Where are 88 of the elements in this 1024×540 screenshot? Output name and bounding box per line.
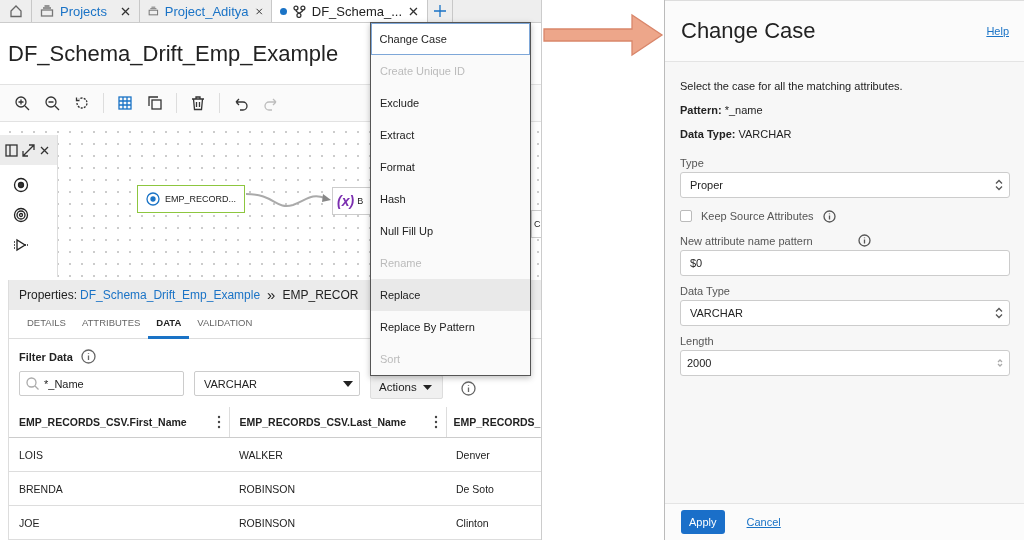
field-label: New attribute name pattern [680, 234, 814, 247]
grid-icon[interactable] [117, 95, 133, 111]
properties-tab[interactable]: DATA [148, 309, 190, 340]
stack-icon [40, 5, 54, 17]
source-icon [146, 192, 160, 206]
data-type-text: Data Type: VARCHAR [680, 128, 793, 140]
spinner-icon [995, 179, 1003, 191]
menu-item[interactable]: Replace [371, 279, 530, 311]
zoom-in-icon[interactable] [14, 95, 30, 111]
column-header[interactable]: EMP_RECORDS_ [446, 407, 541, 438]
table-cell: Clinton [446, 505, 541, 540]
table-cell: ROBINSON [229, 471, 446, 506]
flow-node[interactable]: (x) B [332, 187, 370, 215]
filter-label: Filter Data [19, 350, 73, 363]
checkbox-label: Keep Source Attributes [701, 210, 814, 222]
info-icon[interactable] [822, 209, 836, 223]
apply-button[interactable]: Apply [681, 510, 725, 534]
editor-tab[interactable]: DF_Schema_... [272, 0, 428, 22]
flow-node[interactable]: C [531, 210, 541, 238]
panel-icon[interactable] [5, 143, 18, 157]
close-icon[interactable] [39, 144, 50, 156]
table-cell: Denver [446, 437, 541, 472]
expand-icon[interactable] [22, 143, 35, 157]
table-cell: JOE [9, 505, 229, 540]
column-header[interactable]: EMP_RECORDS_CSV.First_Name [9, 407, 229, 438]
flow-link[interactable]: DF_Schema_Drift_Emp_Example [80, 287, 261, 302]
info-icon[interactable] [858, 234, 871, 247]
page-title: DF_Schema_Drift_Emp_Example [7, 40, 339, 68]
add-tab-icon[interactable] [433, 4, 447, 18]
table-cell: WALKER [229, 437, 446, 472]
table-cell: De Soto [446, 471, 541, 506]
close-icon[interactable] [408, 5, 419, 17]
caret-icon [422, 384, 432, 390]
stack-icon [148, 5, 159, 17]
close-icon[interactable] [120, 5, 131, 17]
copy-icon[interactable] [147, 95, 163, 111]
menu-item[interactable]: Format [371, 151, 530, 183]
properties-label: Properties: [19, 287, 78, 302]
input-field[interactable]: $0 [680, 250, 1010, 276]
unsaved-dot [280, 7, 287, 15]
menu-item[interactable]: Extract [371, 119, 530, 151]
actions-button[interactable]: Actions [370, 375, 443, 399]
select-field[interactable]: Proper [680, 172, 1010, 198]
source-icon[interactable] [12, 177, 29, 193]
menu-item[interactable]: Change Case [371, 23, 530, 55]
properties-tab[interactable]: DETAILS [19, 309, 74, 340]
pattern-text: Pattern: *_name [680, 104, 764, 116]
table-cell: LOIS [9, 437, 229, 472]
cancel-link[interactable]: Cancel [746, 516, 781, 528]
column-menu-icon[interactable] [433, 415, 438, 429]
info-icon[interactable] [80, 349, 96, 365]
target-icon[interactable] [12, 207, 29, 223]
properties-tab[interactable]: ATTRIBUTES [73, 309, 149, 340]
select-field[interactable]: VARCHAR [680, 300, 1010, 326]
flow-icon [292, 4, 306, 18]
node-name: EMP_RECOR [282, 287, 359, 302]
table-cell: ROBINSON [229, 505, 446, 540]
search-icon [26, 377, 39, 390]
field-label: Length [680, 335, 715, 347]
reset-icon[interactable] [74, 95, 90, 111]
menu-item[interactable]: Hash [371, 183, 530, 215]
properties-tab[interactable]: VALIDATION [189, 309, 261, 340]
flow-node[interactable]: EMP_RECORD... [137, 185, 245, 213]
info-icon[interactable] [460, 381, 476, 396]
caret-icon [343, 380, 353, 387]
dialog-title: Change Case [681, 18, 816, 44]
field-label: Data Type [680, 285, 731, 297]
zoom-out-icon[interactable] [44, 95, 60, 111]
checkbox[interactable] [680, 210, 692, 222]
delete-icon[interactable] [190, 95, 206, 111]
column-menu-icon[interactable] [216, 415, 221, 429]
number-field[interactable]: 2000 [680, 350, 1010, 376]
description-text: Select the case for all the matching attributes. [680, 80, 904, 92]
editor-tab[interactable]: Projects [32, 0, 140, 22]
filter-icon[interactable] [12, 237, 29, 253]
expression-icon: (x) [337, 193, 355, 209]
table-cell: BRENDA [9, 471, 229, 506]
spinner-icon [995, 307, 1003, 319]
help-link[interactable]: Help [986, 25, 1009, 37]
data-type-select[interactable]: VARCHAR [194, 371, 360, 396]
column-header[interactable]: EMP_RECORDS_CSV.Last_Name [229, 407, 446, 438]
menu-item[interactable]: Null Fill Up [371, 215, 530, 247]
menu-item[interactable]: Replace By Pattern [371, 311, 530, 343]
search-field[interactable]: *_Name [19, 371, 184, 396]
field-label: Type [680, 157, 705, 169]
spinner-icon [997, 358, 1003, 368]
breadcrumb-separator: » [267, 286, 276, 304]
home-icon [8, 4, 23, 18]
